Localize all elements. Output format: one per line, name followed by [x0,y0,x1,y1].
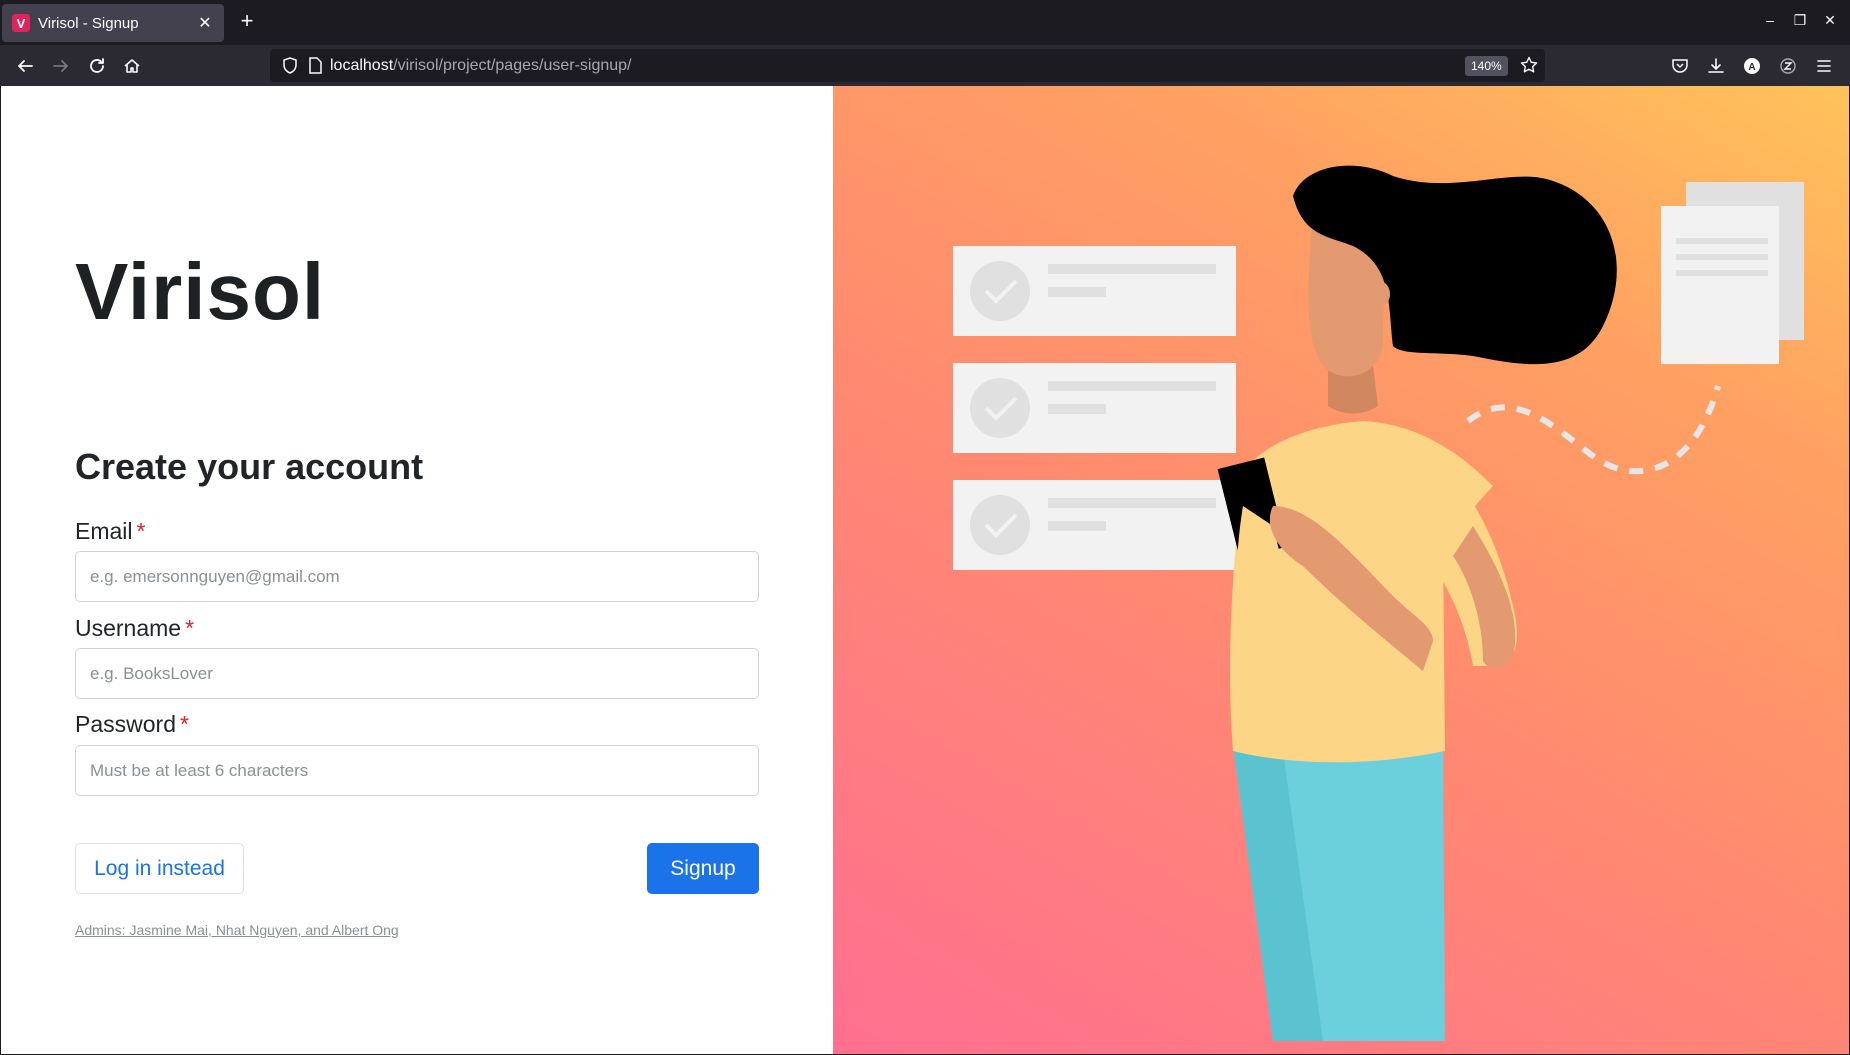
signup-button[interactable]: Signup [647,843,759,894]
new-tab-icon[interactable]: + [235,10,259,34]
url-path: /virisol/project/pages/user-signup/ [393,56,632,74]
illustration [953,165,1804,1041]
url-host: localhost [330,56,394,74]
signup-panel: Virisol Create your account Email* Usern… [1,86,833,1054]
bookmark-star-icon[interactable] [1520,56,1538,79]
password-label: Password * [75,711,189,738]
svg-text:A: A [1748,62,1755,73]
login-instead-button[interactable]: Log in instead [75,843,244,894]
account-icon[interactable]: A [1739,53,1765,79]
browser-navbar: localhost/virisol/project/pages/user-sig… [0,45,1850,86]
menu-icon[interactable] [1811,53,1837,79]
required-marker: * [136,518,146,544]
form-title: Create your account [75,446,424,487]
admins-link[interactable]: Admins: Jasmine Mai, Nhat Nguyen, and Al… [75,922,399,938]
downloads-icon[interactable] [1703,53,1729,79]
checklist-card-icon [953,246,1236,336]
page-info-icon[interactable] [308,57,322,79]
woman-with-phone [1217,165,1617,1041]
url-bar[interactable]: localhost/virisol/project/pages/user-sig… [270,49,1545,82]
forward-icon[interactable] [48,53,74,79]
page-content: Virisol Create your account Email* Usern… [1,86,1849,1054]
pocket-icon[interactable] [1667,53,1693,79]
close-window-icon[interactable]: ✕ [1820,12,1840,29]
checklist-card-icon [953,363,1236,453]
dashed-path [1466,385,1721,475]
browser-tab[interactable]: V Virisol - Signup ✕ [2,4,224,42]
password-label-text: Password [75,711,176,737]
close-tab-icon[interactable]: ✕ [196,13,214,33]
brand-logo: Virisol [75,247,326,336]
favicon-icon: V [12,14,30,32]
checklist-card-icon [953,480,1236,570]
back-icon[interactable] [12,53,38,79]
tab-title: Virisol - Signup [38,14,139,32]
reload-icon[interactable] [84,53,110,79]
url-text[interactable]: localhost/virisol/project/pages/user-sig… [330,57,632,75]
email-label: Email * [75,518,145,545]
required-marker: * [185,615,195,641]
password-field[interactable] [75,745,759,796]
username-label-text: Username [75,615,182,641]
document-stack-icon [1661,182,1804,364]
shield-icon[interactable] [282,57,298,79]
email-label-text: Email [75,518,133,544]
illustration-panel [833,86,1849,1054]
extension-icon[interactable] [1775,53,1801,79]
browser-tabbar: V Virisol - Signup ✕ + – ❐ ✕ [0,0,1850,45]
minimize-icon[interactable]: – [1760,12,1780,28]
username-field[interactable] [75,648,759,699]
home-icon[interactable] [119,53,145,79]
username-label: Username * [75,615,194,642]
restore-icon[interactable]: ❐ [1790,12,1810,29]
required-marker: * [179,711,189,737]
zoom-level-badge[interactable]: 140% [1465,56,1508,76]
email-field[interactable] [75,551,759,602]
